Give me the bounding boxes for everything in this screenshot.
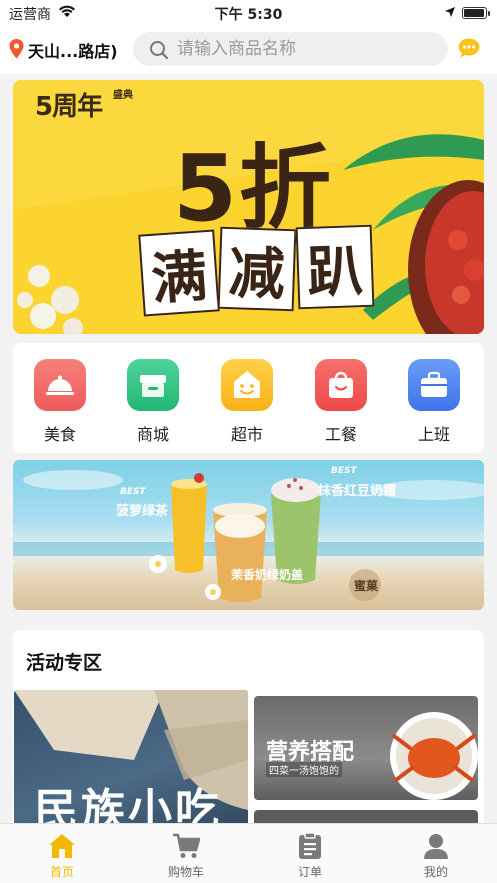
store-icon <box>127 359 179 411</box>
category-label: 商城 <box>136 425 169 444</box>
tab-label: 订单 <box>297 865 322 879</box>
activity-card-nutrition[interactable]: 营养搭配 四菜一汤饱饱的 <box>254 696 478 800</box>
tab-profile[interactable]: 我的 <box>396 832 476 880</box>
banner-tile-2: 减 <box>217 226 297 312</box>
category-label: 美食 <box>43 425 76 444</box>
tab-label: 首页 <box>49 865 74 879</box>
category-food[interactable]: 美食 <box>20 359 100 449</box>
location-pin-icon[interactable] <box>9 39 24 59</box>
search-bar[interactable] <box>133 32 448 66</box>
anniversary-sub: 盛典 <box>113 90 133 101</box>
category-supermarket[interactable]: 超市 <box>207 359 287 449</box>
tab-cart[interactable]: 购物车 <box>146 832 226 880</box>
drink1-best-tag: BEST <box>120 487 146 497</box>
battery-fill <box>464 9 484 17</box>
tab-label: 我的 <box>423 865 448 879</box>
category-label: 上班 <box>417 425 450 444</box>
drink-banner[interactable]: BEST 菠萝绿茶 茉香奶绿奶盖 BEST 抹香红豆奶霜 蜜菓 <box>13 460 484 610</box>
drink-banner-art <box>13 470 484 602</box>
drink3-name: 抹香红豆奶霜 <box>318 484 397 499</box>
cart-icon <box>172 832 201 860</box>
category-label: 超市 <box>230 425 263 444</box>
shopping-bag-icon <box>315 359 367 411</box>
message-icon[interactable] <box>458 38 480 58</box>
category-work[interactable]: 上班 <box>394 359 474 449</box>
tab-home[interactable]: 首页 <box>22 832 102 880</box>
category-label: 工餐 <box>324 425 357 444</box>
search-input[interactable] <box>177 32 437 66</box>
order-clipboard-icon <box>296 832 324 860</box>
profile-icon <box>422 832 450 860</box>
category-mall[interactable]: 商城 <box>113 359 193 449</box>
anniversary-logo: 5周年 <box>35 92 103 122</box>
home-icon <box>48 832 76 860</box>
status-bar: 运营商 下午 5:30 <box>0 0 497 26</box>
section-title: 活动专区 <box>26 652 103 674</box>
search-icon <box>150 41 169 60</box>
brand-logo: 蜜菓 <box>354 579 379 593</box>
category-grid: 美食 商城 超市 工餐 上班 <box>13 343 484 453</box>
top-header: 天山...路店) <box>0 26 497 74</box>
clock: 下午 5:30 <box>214 7 283 23</box>
briefcase-icon <box>408 359 460 411</box>
drink2-name: 茉香奶绿奶盖 <box>231 568 304 582</box>
banner-tile-3: 趴 <box>295 224 375 310</box>
activity-card-ethnic-snacks[interactable]: 民族小吃 <box>14 690 248 840</box>
food-cloche-icon <box>34 359 86 411</box>
battery-icon <box>462 7 490 19</box>
store-selector[interactable]: 天山...路店) <box>28 38 118 62</box>
promo-banner[interactable]: 5周年 盛典 5折 满 减 趴 <box>13 80 484 334</box>
tab-orders[interactable]: 订单 <box>270 832 350 880</box>
tab-label: 购物车 <box>167 865 204 879</box>
activity-section: 活动专区 民族小吃 营养搭配 四菜一汤饱饱的 <box>13 630 484 840</box>
activity-card-subtitle: 四菜一汤饱饱的 <box>266 762 342 777</box>
category-work-meal[interactable]: 工餐 <box>301 359 381 449</box>
banner-tile-1: 满 <box>138 229 220 317</box>
drink1-name: 菠萝绿茶 <box>116 504 169 519</box>
location-arrow-icon <box>445 7 455 17</box>
bottom-tab-bar: 首页 购物车 订单 我的 <box>0 823 497 883</box>
drink3-best-tag: BEST <box>331 466 357 476</box>
house-smile-icon <box>221 359 273 411</box>
